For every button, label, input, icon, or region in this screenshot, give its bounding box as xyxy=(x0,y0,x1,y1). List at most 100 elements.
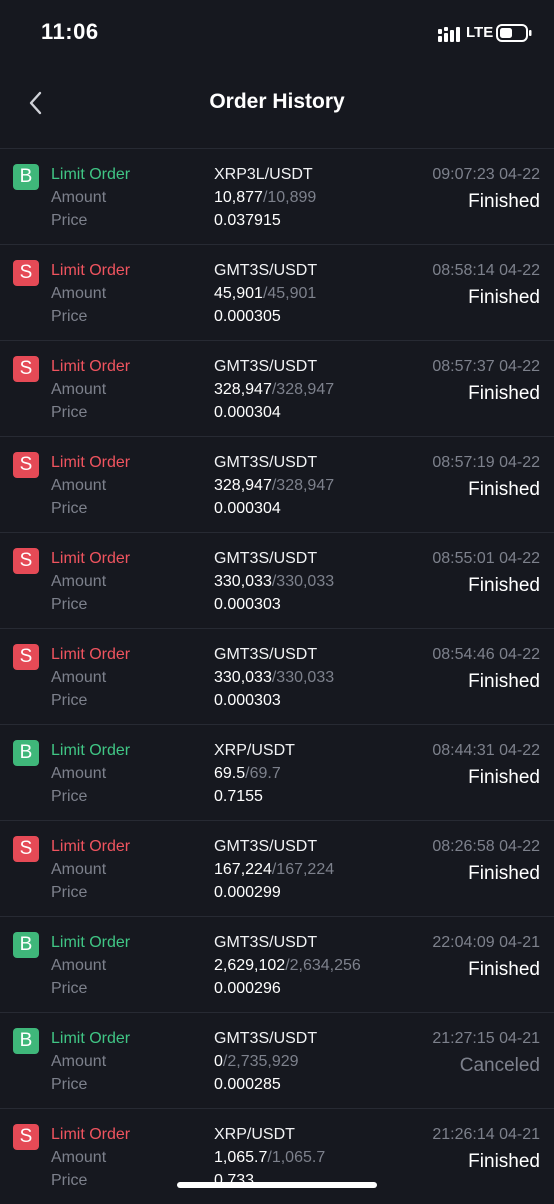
filled-amount: 330,033 xyxy=(214,669,272,686)
total-amount: /45,901 xyxy=(262,285,317,302)
amount-label: Amount xyxy=(51,765,107,782)
filled-amount: 45,901 xyxy=(214,285,263,302)
order-type: Limit Order xyxy=(51,1126,131,1143)
trading-pair: XRP/USDT xyxy=(214,1126,295,1143)
order-row[interactable]: S Limit Order Amount Price GMT3S/USDT 330,033… xyxy=(0,628,554,724)
amount-value: 167,224/167,224 xyxy=(214,861,334,879)
order-type: Limit Order xyxy=(51,646,131,663)
order-timestamp: 08:57:19 04-22 xyxy=(432,454,540,471)
order-timestamp: 08:54:46 04-22 xyxy=(432,646,540,663)
total-amount: /10,899 xyxy=(262,189,317,206)
status-bar: 11:06 LTE xyxy=(0,0,554,66)
header: Order History xyxy=(0,70,554,140)
amount-value: 1,065.7/1,065.7 xyxy=(214,1149,325,1167)
home-indicator[interactable] xyxy=(177,1182,377,1188)
trading-pair: GMT3S/USDT xyxy=(214,838,318,855)
filled-amount: 69.5 xyxy=(214,765,246,782)
total-amount: /328,947 xyxy=(271,381,335,398)
amount-label: Amount xyxy=(51,669,107,686)
amount-label: Amount xyxy=(51,285,107,302)
filled-amount: 330,033 xyxy=(214,573,272,590)
order-timestamp: 08:55:01 04-22 xyxy=(432,550,540,567)
side-badge: S xyxy=(13,452,39,478)
signal-strength-icon xyxy=(438,27,460,42)
order-status: Finished xyxy=(468,575,540,596)
order-status: Finished xyxy=(468,1151,540,1172)
price-label: Price xyxy=(51,404,88,421)
price-value: 0.000296 xyxy=(214,980,281,997)
order-row[interactable]: S Limit Order Amount Price GMT3S/USDT 328,947… xyxy=(0,436,554,532)
order-row[interactable]: S Limit Order Amount Price GMT3S/USDT 330,033… xyxy=(0,532,554,628)
order-type: Limit Order xyxy=(51,454,131,471)
order-status: Finished xyxy=(468,479,540,500)
order-row[interactable]: S Limit Order Amount Price GMT3S/USDT 167,224… xyxy=(0,820,554,916)
price-label: Price xyxy=(51,692,88,709)
order-status: Finished xyxy=(468,959,540,980)
order-row[interactable]: B Limit Order Amount Price GMT3S/USDT 2,629,1… xyxy=(0,916,554,1012)
price-value: 0.000299 xyxy=(214,884,281,901)
order-status: Finished xyxy=(468,767,540,788)
order-type: Limit Order xyxy=(51,550,131,567)
price-value: 0.7155 xyxy=(214,788,263,805)
order-status: Canceled xyxy=(459,1055,540,1076)
amount-label: Amount xyxy=(51,477,107,494)
side-badge: S xyxy=(13,548,39,574)
order-status: Finished xyxy=(468,191,540,212)
amount-label: Amount xyxy=(51,861,107,878)
order-row[interactable]: B Limit Order Amount Price XRP3L/USDT 10,877/… xyxy=(0,148,554,244)
order-row[interactable]: S Limit Order Amount Price GMT3S/USDT 328,947… xyxy=(0,340,554,436)
amount-label: Amount xyxy=(51,957,107,974)
order-status: Finished xyxy=(468,383,540,404)
status-time: 11:06 xyxy=(41,19,99,44)
amount-value: 330,033/330,033 xyxy=(214,573,334,591)
amount-label: Amount xyxy=(51,1149,107,1166)
amount-value: 45,901/45,901 xyxy=(214,285,316,303)
order-type: Limit Order xyxy=(51,1030,131,1047)
total-amount: /69.7 xyxy=(245,765,281,782)
price-value: 0.000285 xyxy=(214,1076,281,1093)
filled-amount: 328,947 xyxy=(214,381,272,398)
amount-value: 2,629,102/2,634,256 xyxy=(214,957,361,975)
order-type: Limit Order xyxy=(51,838,131,855)
price-label: Price xyxy=(51,1076,88,1093)
filled-amount: 2,629,102 xyxy=(214,957,286,974)
trading-pair: GMT3S/USDT xyxy=(214,454,318,471)
battery-icon xyxy=(496,24,532,42)
price-label: Price xyxy=(51,308,88,325)
order-type: Limit Order xyxy=(51,262,131,279)
filled-amount: 1,065.7 xyxy=(214,1149,268,1166)
order-row[interactable]: B Limit Order Amount Price XRP/USDT 69.5/69.7… xyxy=(0,724,554,820)
trading-pair: GMT3S/USDT xyxy=(214,934,318,951)
amount-value: 69.5/69.7 xyxy=(214,765,281,783)
price-label: Price xyxy=(51,1172,88,1189)
side-badge: B xyxy=(13,932,39,958)
total-amount: /2,735,929 xyxy=(222,1053,299,1070)
order-status: Finished xyxy=(468,863,540,884)
side-badge: B xyxy=(13,164,39,190)
order-type: Limit Order xyxy=(51,358,131,375)
trading-pair: GMT3S/USDT xyxy=(214,646,318,663)
trading-pair: XRP/USDT xyxy=(214,742,295,759)
side-badge: S xyxy=(13,1124,39,1150)
order-status: Finished xyxy=(468,671,540,692)
price-label: Price xyxy=(51,980,88,997)
amount-label: Amount xyxy=(51,1053,107,1070)
amount-value: 330,033/330,033 xyxy=(214,669,334,687)
amount-value: 328,947/328,947 xyxy=(214,477,334,495)
price-value: 0.000303 xyxy=(214,596,281,613)
order-type: Limit Order xyxy=(51,742,131,759)
price-label: Price xyxy=(51,884,88,901)
amount-label: Amount xyxy=(51,189,107,206)
trading-pair: GMT3S/USDT xyxy=(214,358,318,375)
order-timestamp: 21:26:14 04-21 xyxy=(432,1126,540,1143)
filled-amount: 0 xyxy=(214,1053,223,1070)
amount-label: Amount xyxy=(51,573,107,590)
amount-value: 328,947/328,947 xyxy=(214,381,334,399)
order-status: Finished xyxy=(468,287,540,308)
order-row[interactable]: B Limit Order Amount Price GMT3S/USDT 0/2,735… xyxy=(0,1012,554,1108)
order-row[interactable]: S Limit Order Amount Price XRP/USDT 1,065.7/1… xyxy=(0,1108,554,1204)
page-title: Order History xyxy=(209,90,345,113)
order-row[interactable]: S Limit Order Amount Price GMT3S/USDT 45,901/… xyxy=(0,244,554,340)
side-badge: B xyxy=(13,740,39,766)
total-amount: /1,065.7 xyxy=(267,1149,326,1166)
